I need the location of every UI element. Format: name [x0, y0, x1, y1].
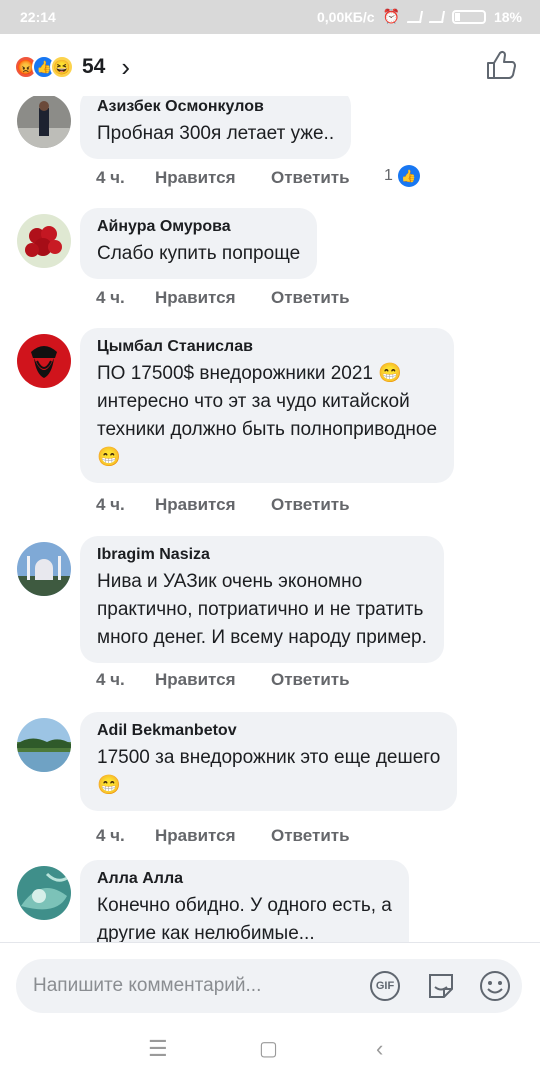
reactions-header: 😡 👍 😆 54 ›	[0, 34, 540, 96]
avatar[interactable]	[17, 96, 71, 148]
chevron-right-icon[interactable]: ›	[121, 54, 130, 80]
comment-time: 4 ч.	[96, 826, 125, 845]
like-comment-button[interactable]: Нравится	[155, 288, 271, 308]
reply-button[interactable]: Ответить	[271, 495, 350, 515]
reply-button[interactable]: Ответить	[271, 288, 350, 308]
comment-text: Слабо купить попроще	[97, 243, 301, 264]
home-icon[interactable]: ▢	[259, 1036, 278, 1061]
system-navigation-bar: ☰ ▢ ‹	[0, 1032, 540, 1080]
comment-text: Пробная 300я летает уже..	[97, 123, 335, 144]
wifi-icon	[406, 10, 424, 23]
haha-reaction-icon: 😆	[50, 55, 74, 79]
comment-like-count: 1	[384, 167, 393, 184]
avatar[interactable]	[17, 866, 71, 920]
reply-button[interactable]: Ответить	[271, 168, 350, 188]
comment-actions: 4 ч. Нравится Ответить	[96, 495, 350, 515]
like-comment-button[interactable]: Нравится	[155, 826, 271, 846]
comment-input-placeholder: Напишите комментарий...	[33, 975, 262, 996]
comment-author[interactable]: Айнура Омурова	[97, 218, 300, 236]
back-icon[interactable]: ‹	[376, 1036, 383, 1062]
comment-input[interactable]: Напишите комментарий... GIF	[16, 959, 522, 1013]
sticker-button[interactable]	[424, 969, 458, 1003]
comment-composer: Напишите комментарий... GIF	[0, 942, 540, 1032]
comment-time: 4 ч.	[96, 288, 125, 307]
gif-button[interactable]: GIF	[370, 971, 400, 1001]
emoji-button[interactable]	[478, 969, 512, 1003]
comment-text: Нива и УАЗик очень экономно практично, п…	[97, 571, 427, 648]
like-comment-button[interactable]: Нравится	[155, 670, 271, 690]
status-time: 22:14	[20, 9, 56, 25]
menu-icon[interactable]: ☰	[148, 1036, 168, 1062]
comment-actions: 4 ч. Нравится Ответить	[96, 168, 350, 188]
comment-time: 4 ч.	[96, 670, 125, 689]
comment-text: 17500 за внедорожник это еще дешего 😁	[97, 747, 441, 796]
avatar[interactable]	[17, 334, 71, 388]
avatar[interactable]	[17, 718, 71, 772]
reactions-summary[interactable]: 😡 👍 😆 54 ›	[14, 54, 130, 80]
signal-icon	[428, 10, 446, 23]
alarm-icon: ⏰	[382, 8, 400, 24]
status-bar: 22:14 0,00КБ/с ⏰ 18%	[0, 0, 540, 34]
comment-author[interactable]: Цымбал Станислав	[97, 338, 437, 356]
comment-actions: 4 ч. Нравится Ответить	[96, 288, 350, 308]
comment-actions: 4 ч. Нравится Ответить	[96, 826, 350, 846]
like-comment-button[interactable]: Нравится	[155, 168, 271, 188]
battery-percent: 18%	[493, 8, 522, 25]
comments-panel: 😡 👍 😆 54 › Азизбек Осмонкулов Пробная 30…	[0, 34, 540, 1080]
like-comment-button[interactable]: Нравится	[155, 495, 271, 515]
comment-author[interactable]: Ibragim Nasiza	[97, 546, 427, 564]
comment-actions: 4 ч. Нравится Ответить	[96, 670, 350, 690]
like-post-button[interactable]	[484, 48, 518, 82]
avatar[interactable]	[17, 214, 71, 268]
comment-author[interactable]: Adil Bekmanbetov	[97, 722, 440, 740]
comment-bubble[interactable]: Айнура Омурова Слабо купить попроще	[80, 208, 318, 279]
reply-button[interactable]: Ответить	[271, 670, 350, 690]
comment-bubble[interactable]: Цымбал Станислав ПО 17500$ внедорожники …	[80, 328, 455, 483]
comment-author[interactable]: Алла Алла	[97, 870, 392, 888]
comment-author[interactable]: Азизбек Осмонкулов	[97, 98, 334, 116]
comment-likes[interactable]: 1 👍	[384, 165, 420, 187]
comment-bubble[interactable]: Ibragim Nasiza Нива и УАЗик очень эконом…	[80, 536, 444, 663]
comment-bubble[interactable]: Adil Bekmanbetov 17500 за внедорожник эт…	[80, 712, 458, 811]
comments-list: Азизбек Осмонкулов Пробная 300я летает у…	[0, 96, 540, 976]
status-indicators: 0,00КБ/с ⏰ 18%	[317, 8, 522, 25]
like-icon: 👍	[397, 165, 420, 187]
avatar[interactable]	[17, 542, 71, 596]
comment-text: ПО 17500$ внедорожники 2021 😁 интересно …	[97, 363, 438, 468]
comment-bubble[interactable]: Азизбек Осмонкулов Пробная 300я летает у…	[80, 96, 352, 159]
comment-text: Конечно обидно. У одного есть, а другие …	[97, 895, 392, 944]
reaction-count: 54	[82, 55, 106, 78]
battery-icon	[451, 9, 486, 24]
comment-time: 4 ч.	[96, 168, 125, 187]
network-speed: 0,00КБ/с	[317, 8, 375, 25]
reply-button[interactable]: Ответить	[271, 826, 350, 846]
comment-time: 4 ч.	[96, 495, 125, 514]
